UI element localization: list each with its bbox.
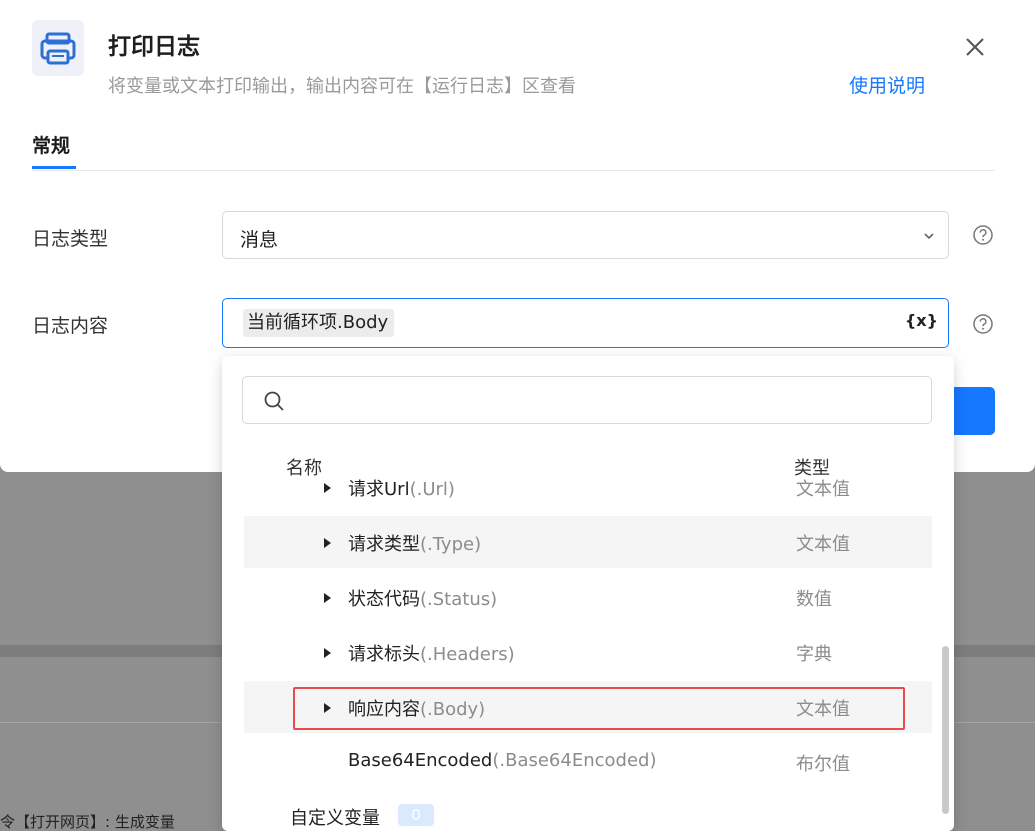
variable-name: 请求Url(.Url) <box>348 479 455 500</box>
background-step-text: 令【打开网页】: 生成变量 <box>0 813 175 831</box>
custom-variables-count-badge: 0 <box>398 804 434 826</box>
variable-search-input[interactable] <box>242 376 932 424</box>
caret-right-icon[interactable] <box>324 699 332 713</box>
variable-list: 请求Url(.Url) 文本值 请求类型(.Type) 文本值 状态代码(.St… <box>222 478 954 813</box>
variable-type: 布尔值 <box>796 754 850 775</box>
caret-right-icon[interactable] <box>324 534 332 548</box>
log-type-select[interactable]: 消息 <box>222 211 949 259</box>
tab-active-indicator <box>32 166 76 169</box>
tab-general[interactable]: 常规 <box>32 131 70 158</box>
variable-name: 请求类型(.Type) <box>348 534 482 555</box>
chevron-down-icon <box>922 228 936 242</box>
caret-right-icon[interactable] <box>324 479 332 493</box>
log-type-value: 消息 <box>240 229 279 251</box>
question-icon[interactable] <box>972 313 994 335</box>
log-content-label: 日志内容 <box>32 315 109 337</box>
list-item[interactable]: 请求类型(.Type) 文本值 <box>244 516 932 568</box>
variable-name: Base64Encoded(.Base64Encoded) <box>348 750 657 771</box>
log-content-input[interactable]: 当前循环项.Body {x} <box>222 298 949 348</box>
column-header-type: 类型 <box>794 458 830 479</box>
printer-icon <box>32 20 84 76</box>
variable-name: 请求标头(.Headers) <box>348 644 515 665</box>
close-icon[interactable] <box>960 32 990 62</box>
variable-type: 文本值 <box>796 479 850 500</box>
custom-variables-label[interactable]: 自定义变量 <box>290 804 380 830</box>
list-item[interactable]: 请求Url(.Url) 文本值 <box>244 478 932 513</box>
list-item[interactable]: 状态代码(.Status) 数值 <box>244 571 932 623</box>
variable-type: 字典 <box>796 644 832 665</box>
variable-name: 状态代码(.Status) <box>348 589 498 610</box>
variable-chip[interactable]: 当前循环项.Body <box>243 309 395 337</box>
insert-variable-button[interactable]: {x} <box>905 311 938 330</box>
dialog-title: 打印日志 <box>108 34 200 60</box>
caret-right-icon[interactable] <box>324 589 332 603</box>
caret-right-icon[interactable] <box>324 644 332 658</box>
list-item[interactable]: 请求标头(.Headers) 字典 <box>244 626 932 678</box>
tabs-divider <box>32 170 995 171</box>
scrollbar[interactable] <box>942 646 949 814</box>
dialog-subtitle: 将变量或文本打印输出，输出内容可在【运行日志】区查看 <box>108 76 576 97</box>
variable-type: 数值 <box>796 589 832 610</box>
list-item[interactable]: Base64Encoded(.Base64Encoded) 布尔值 <box>244 736 932 788</box>
column-header-name: 名称 <box>286 458 322 479</box>
help-link[interactable]: 使用说明 <box>849 71 925 98</box>
variable-picker-dropdown: 名称 类型 请求Url(.Url) 文本值 请求类型(.Type) 文本值 状态… <box>222 356 954 831</box>
list-item[interactable]: 响应内容(.Body) 文本值 <box>244 681 932 733</box>
variable-name: 响应内容(.Body) <box>348 699 486 720</box>
search-icon <box>263 390 285 412</box>
variable-type: 文本值 <box>796 699 850 720</box>
question-icon[interactable] <box>972 224 994 246</box>
log-type-label: 日志类型 <box>32 228 109 250</box>
variable-type: 文本值 <box>796 534 850 555</box>
